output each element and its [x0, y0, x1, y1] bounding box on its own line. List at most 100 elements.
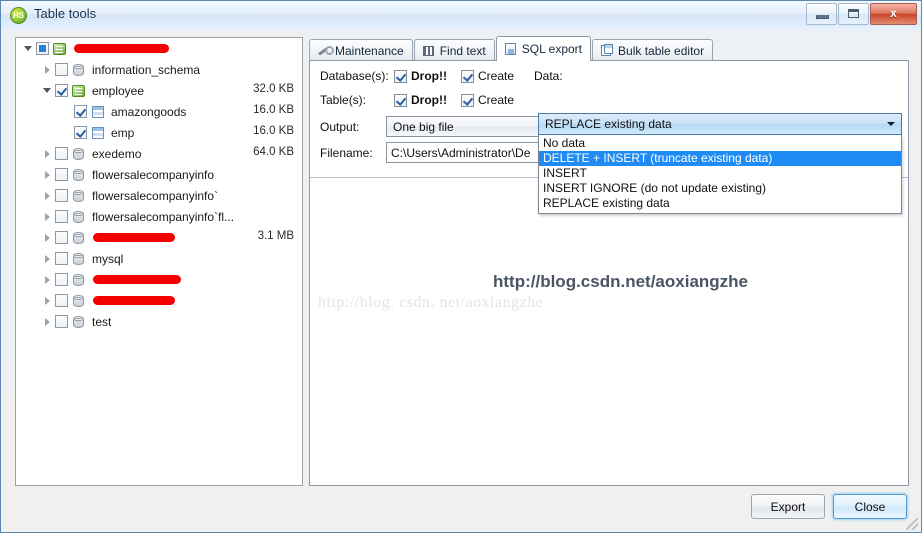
expand-arrow-icon[interactable]: [41, 59, 55, 80]
dropdown-option[interactable]: INSERT: [539, 166, 901, 181]
tree-checkbox[interactable]: [74, 126, 87, 139]
tree-checkbox[interactable]: [74, 105, 87, 118]
tree-row[interactable]: information_schema: [16, 59, 302, 80]
connection-icon: [71, 83, 87, 99]
table-create-checkbox[interactable]: Create: [461, 93, 514, 107]
expand-arrow-icon[interactable]: [41, 269, 55, 290]
tree-row[interactable]: test: [16, 311, 302, 332]
copy-tables-icon: [599, 43, 614, 58]
tree-checkbox[interactable]: [55, 252, 68, 265]
checkbox-box: [461, 69, 474, 83]
expand-arrow-icon[interactable]: [41, 290, 55, 311]
database-icon-shape: [73, 189, 84, 202]
watermark-bold: http://blog.csdn.net/aoxiangzhe: [493, 272, 748, 291]
redacted-label: [73, 40, 169, 57]
tree-checkbox[interactable]: [55, 210, 68, 223]
tree-row[interactable]: flowersalecompanyinfo`fl...: [16, 206, 302, 227]
table-drop-label: Drop!!: [411, 93, 447, 107]
close-button[interactable]: Close: [833, 494, 907, 519]
collapse-arrow-icon[interactable]: [22, 38, 36, 59]
tree-row[interactable]: [16, 38, 302, 59]
db-create-checkbox[interactable]: Create: [461, 69, 514, 83]
tree-row[interactable]: emp 16.0 KB: [16, 122, 302, 143]
expand-arrow-icon[interactable]: [41, 185, 55, 206]
expand-arrow-icon[interactable]: [41, 206, 55, 227]
close-window-button[interactable]: x: [870, 3, 917, 25]
tree-row-label: amazongoods: [111, 104, 187, 119]
tree-row-size: 16.0 KB: [253, 125, 294, 137]
checkbox-box: [394, 93, 407, 107]
expand-arrow-icon[interactable]: [41, 248, 55, 269]
tree-row-label: exedemo: [92, 146, 142, 161]
tree-row-size: 16.0 KB: [253, 104, 294, 116]
maximize-button[interactable]: [838, 3, 869, 25]
table-icon-shape: [92, 105, 104, 118]
redaction-bar: [74, 44, 169, 53]
dropdown-option[interactable]: No data: [539, 136, 901, 151]
tree-row-label: emp: [111, 125, 135, 140]
tree-checkbox[interactable]: [55, 315, 68, 328]
tree-row[interactable]: [16, 290, 302, 311]
tree-checkbox[interactable]: [55, 231, 68, 244]
resize-grip[interactable]: [906, 518, 918, 530]
dropdown-option[interactable]: INSERT IGNORE (do not update existing): [539, 181, 901, 196]
tree-row-label: flowersalecompanyinfo`fl...: [92, 209, 235, 224]
dropdown-option[interactable]: DELETE + INSERT (truncate existing data): [539, 151, 901, 166]
db-drop-checkbox[interactable]: Drop!!: [394, 69, 447, 83]
dropdown-option[interactable]: REPLACE existing data: [539, 196, 901, 211]
tree-checkbox[interactable]: [55, 189, 68, 202]
data-dropdown[interactable]: REPLACE existing data No data DELETE + IN…: [538, 113, 902, 214]
tab-bulk-table-editor[interactable]: Bulk table editor: [592, 39, 714, 61]
wrench-icon: [316, 44, 334, 58]
expand-arrow-icon[interactable]: [41, 227, 55, 248]
minimize-button[interactable]: [806, 3, 837, 25]
copy-tables-icon-shape: [601, 43, 614, 56]
database-icon-shape: [73, 168, 84, 181]
tab-maintenance[interactable]: Maintenance: [309, 39, 413, 61]
db-create-label: Create: [478, 69, 515, 83]
tree-checkbox[interactable]: [55, 84, 68, 97]
tree-row[interactable]: employee 32.0 KB: [16, 80, 302, 101]
binoculars-icon: [421, 44, 436, 58]
tree-checkbox[interactable]: [55, 168, 68, 181]
tree-row[interactable]: 3.1 MB: [16, 227, 302, 248]
watermark-light: http://blog. csdn. net/aoxiangzhe: [318, 294, 544, 311]
tree-checkbox[interactable]: [55, 294, 68, 307]
expand-arrow-icon[interactable]: [41, 143, 55, 164]
tab-label: Bulk table editor: [618, 43, 705, 58]
database-icon: [71, 251, 87, 267]
tree-row[interactable]: flowersalecompanyinfo: [16, 164, 302, 185]
table-drop-checkbox[interactable]: Drop!!: [394, 93, 447, 107]
sql-file-icon-shape: [504, 43, 516, 55]
tree-checkbox[interactable]: [55, 147, 68, 160]
tree-row[interactable]: [16, 269, 302, 290]
sql-file-icon: [503, 42, 518, 56]
tab-find-text[interactable]: Find text: [413, 39, 495, 61]
tree-checkbox[interactable]: [36, 42, 49, 55]
tree-row[interactable]: flowersalecompanyinfo`: [16, 185, 302, 206]
collapse-arrow-icon[interactable]: [41, 80, 55, 101]
tree-row[interactable]: exedemo 64.0 KB: [16, 143, 302, 164]
expand-arrow-icon[interactable]: [41, 311, 55, 332]
redaction-bar: [93, 296, 175, 305]
table-icon: [90, 125, 106, 141]
table-icon: [90, 104, 106, 120]
tree-row-label: test: [92, 314, 112, 329]
chevron-down-icon[interactable]: [881, 114, 901, 134]
database-icon-shape: [73, 252, 84, 265]
tree-row[interactable]: mysql: [16, 248, 302, 269]
data-label: Data:: [534, 69, 563, 83]
tab-sql-export[interactable]: SQL export: [495, 36, 592, 61]
expand-arrow-icon[interactable]: [41, 164, 55, 185]
tree-checkbox[interactable]: [55, 63, 68, 76]
tree-checkbox[interactable]: [55, 273, 68, 286]
tree-row-label: employee: [92, 83, 145, 98]
tree-row[interactable]: amazongoods 16.0 KB: [16, 101, 302, 122]
database-icon: [71, 167, 87, 183]
database-tree-panel[interactable]: information_schema employee 32.0 KB amazong…: [15, 37, 303, 486]
export-button[interactable]: Export: [751, 494, 825, 519]
tools-panel: Maintenance Find text SQL export Bulk table…: [309, 36, 909, 486]
data-dropdown-header[interactable]: REPLACE existing data: [538, 113, 902, 135]
redacted-label: [92, 292, 175, 309]
data-dropdown-list[interactable]: No data DELETE + INSERT (truncate existin…: [538, 135, 902, 214]
